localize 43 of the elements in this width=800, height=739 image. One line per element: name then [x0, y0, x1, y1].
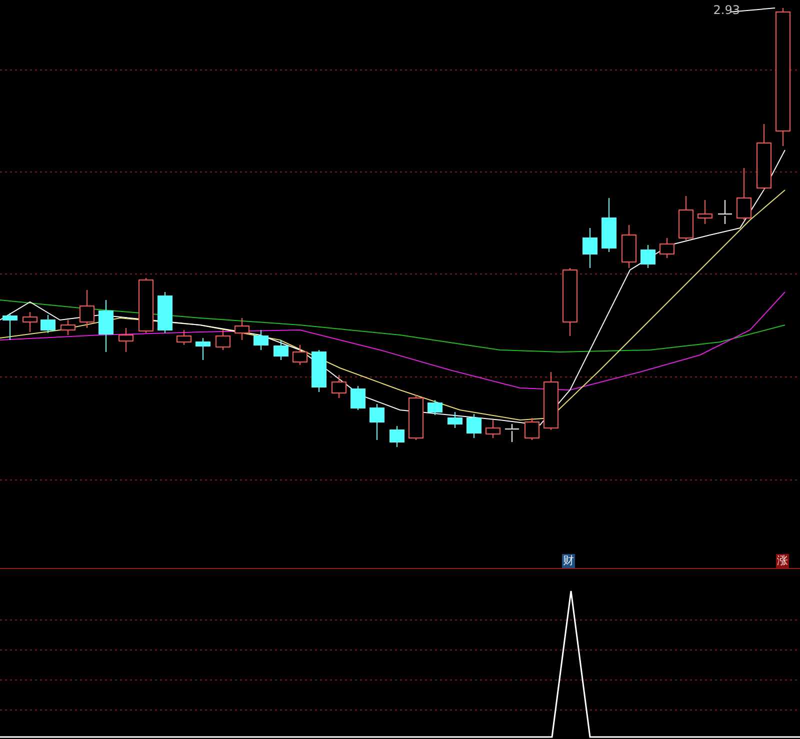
candlestick [544, 372, 558, 430]
candlestick [80, 290, 94, 328]
candlestick [718, 200, 732, 224]
candlestick [196, 338, 210, 360]
signal-marker: 财 [562, 554, 575, 568]
candlestick [234, 318, 250, 340]
candlestick [254, 330, 268, 350]
candlestick [118, 328, 134, 352]
candlestick [408, 394, 424, 440]
candlestick [486, 420, 500, 438]
price-label: 2.93 [713, 2, 740, 18]
candlestick [98, 300, 114, 352]
candlestick [756, 124, 772, 190]
candlestick [60, 320, 76, 336]
candlestick [176, 330, 192, 346]
candlestick [466, 414, 482, 438]
candlestick [332, 374, 346, 398]
candlestick [660, 238, 674, 258]
candlestick [428, 400, 442, 416]
signal-marker: 涨 [776, 554, 789, 568]
candlestick [158, 292, 172, 334]
candlestick [2, 312, 18, 340]
candlestick [138, 278, 154, 334]
candlestick [216, 330, 230, 350]
candlestick [292, 344, 308, 366]
candlestick [622, 224, 636, 268]
candlestick [390, 426, 404, 448]
candlestick [22, 312, 38, 332]
candlestick [582, 228, 598, 268]
candlestick [40, 314, 56, 334]
candlestick [504, 424, 520, 442]
candlestick [698, 200, 712, 224]
candlestick [448, 412, 462, 428]
candlestick [370, 404, 384, 440]
candlestick [524, 418, 540, 440]
candlestick [602, 198, 616, 252]
candlestick [312, 350, 326, 392]
candlestick [640, 244, 656, 268]
candlestick [350, 386, 366, 410]
candlestick [274, 340, 288, 360]
candlestick [736, 168, 752, 220]
candlestick [562, 268, 578, 336]
candlestick [678, 196, 694, 240]
